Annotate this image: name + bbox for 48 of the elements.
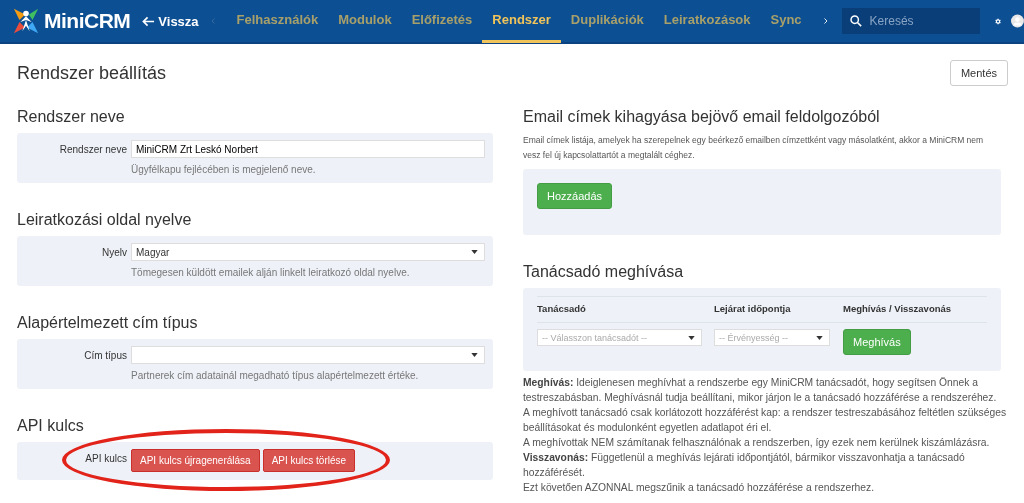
back-link[interactable]: Vissza [142,13,199,29]
column-header: Meghívás / Visszavonás [843,303,987,323]
page-title: Rendszer beállítás [17,62,167,84]
note-paragraph: Meghívás: Ideiglenesen meghívhat a rendszerbe egy MiniCRM tanácsadót, hogy segítsen Önnek a testreszabásban. Meghívásnál tudja beállítani, mikor járjon le a tanácsadó hozzáférése a rendszeréhez. [523,376,998,405]
danger-button[interactable]: API kulcs törlése [262,449,356,472]
field-label: Rendszer neve [58,143,127,157]
help-text: Ügyfélkapu fejlécében is megjelenő neve. [131,164,317,175]
add-button[interactable]: Hozzáadás [537,183,613,209]
nav-tab[interactable]: Leiratkozások [653,0,761,43]
text-input[interactable]: MiniCRM Zrt Leskó Norbert [131,140,485,158]
nav-tab[interactable]: Felhasználók [226,0,329,43]
nav-tab[interactable]: Duplikációk [560,0,654,43]
column-header: Lejárat időpontja [714,303,843,323]
note-paragraph: A meghívottak NEM számítanak felhasználónak a rendszerben, így ezek nem kerülnek kiszámlázásra. [523,436,991,450]
section-heading: Alapértelmezett cím típus [17,314,199,332]
section-heading: API kulcs [17,417,85,435]
help-text: Tömegesen küldött emailek alján linkelt leiratkozó oldal nyelve. [131,267,411,278]
section-heading: Rendszer neve [17,108,126,126]
section-heading: Leiratkozási oldal nyelve [17,211,193,229]
field-label: Nyelv [101,246,127,260]
logo-text: MiniCRM [44,9,131,33]
search-field[interactable]: Keresés [841,8,980,34]
caret-icon [471,353,478,357]
nav-tab[interactable]: Modulok [328,0,402,43]
expiry-dropdown[interactable]: -- Érvényesség -- [714,329,830,346]
invite-button[interactable]: Meghívás [843,329,911,355]
dropdown[interactable]: Magyar [131,243,485,261]
section-heading: Email címek kihagyása bejövő email feldolgozóból [523,108,881,126]
column-header: Tanácsadó [537,303,714,323]
save-button[interactable]: Mentés [949,60,1008,86]
caret-icon [816,335,823,340]
field-label: Cím típus [83,349,127,363]
note-paragraph: A meghívott tanácsadó csak korlátozott hozzáférést kap: a rendszer testreszabásához feltétlen szükséges beállításokat és modulonként egyetlen adatlapot éri el. [523,406,1008,435]
section-heading: Tanácsadó meghívása [523,263,685,281]
caret-icon [688,335,695,340]
danger-button[interactable]: API kulcs újragenerálása [131,449,260,472]
nav-tab[interactable]: Sync [760,0,812,43]
back-arrow-icon [142,14,156,28]
advisor-dropdown[interactable]: -- Válasszon tanácsadót -- [537,329,702,346]
section-description: Email címek listája, amelyek ha szerepelnek egy beérkező emailben címzettként vagy másolatként, akkor a MiniCRM nem vesz fel új kapcsolattartót a megtalált céghez. [523,134,985,162]
note-paragraph: Visszavonás: Függetlenül a meghívás lejárati időpontjától, bármikor visszavonhatja a tanácsadó hozzáférését. [523,451,966,480]
note-paragraph: Ezt követően AZONNAL megszűnik a tanácsadó hozzáférése a rendszerhez. [523,481,876,495]
caret-icon [471,250,478,254]
logo-icon [12,7,40,35]
help-text: Partnerek cím adatainál megadható típus alapértelmezett értéke. [131,370,420,381]
nav-tab[interactable]: Rendszer [482,0,561,43]
field-label: API kulcs [84,452,127,466]
nav-tab[interactable]: Előfizetés [401,0,483,43]
